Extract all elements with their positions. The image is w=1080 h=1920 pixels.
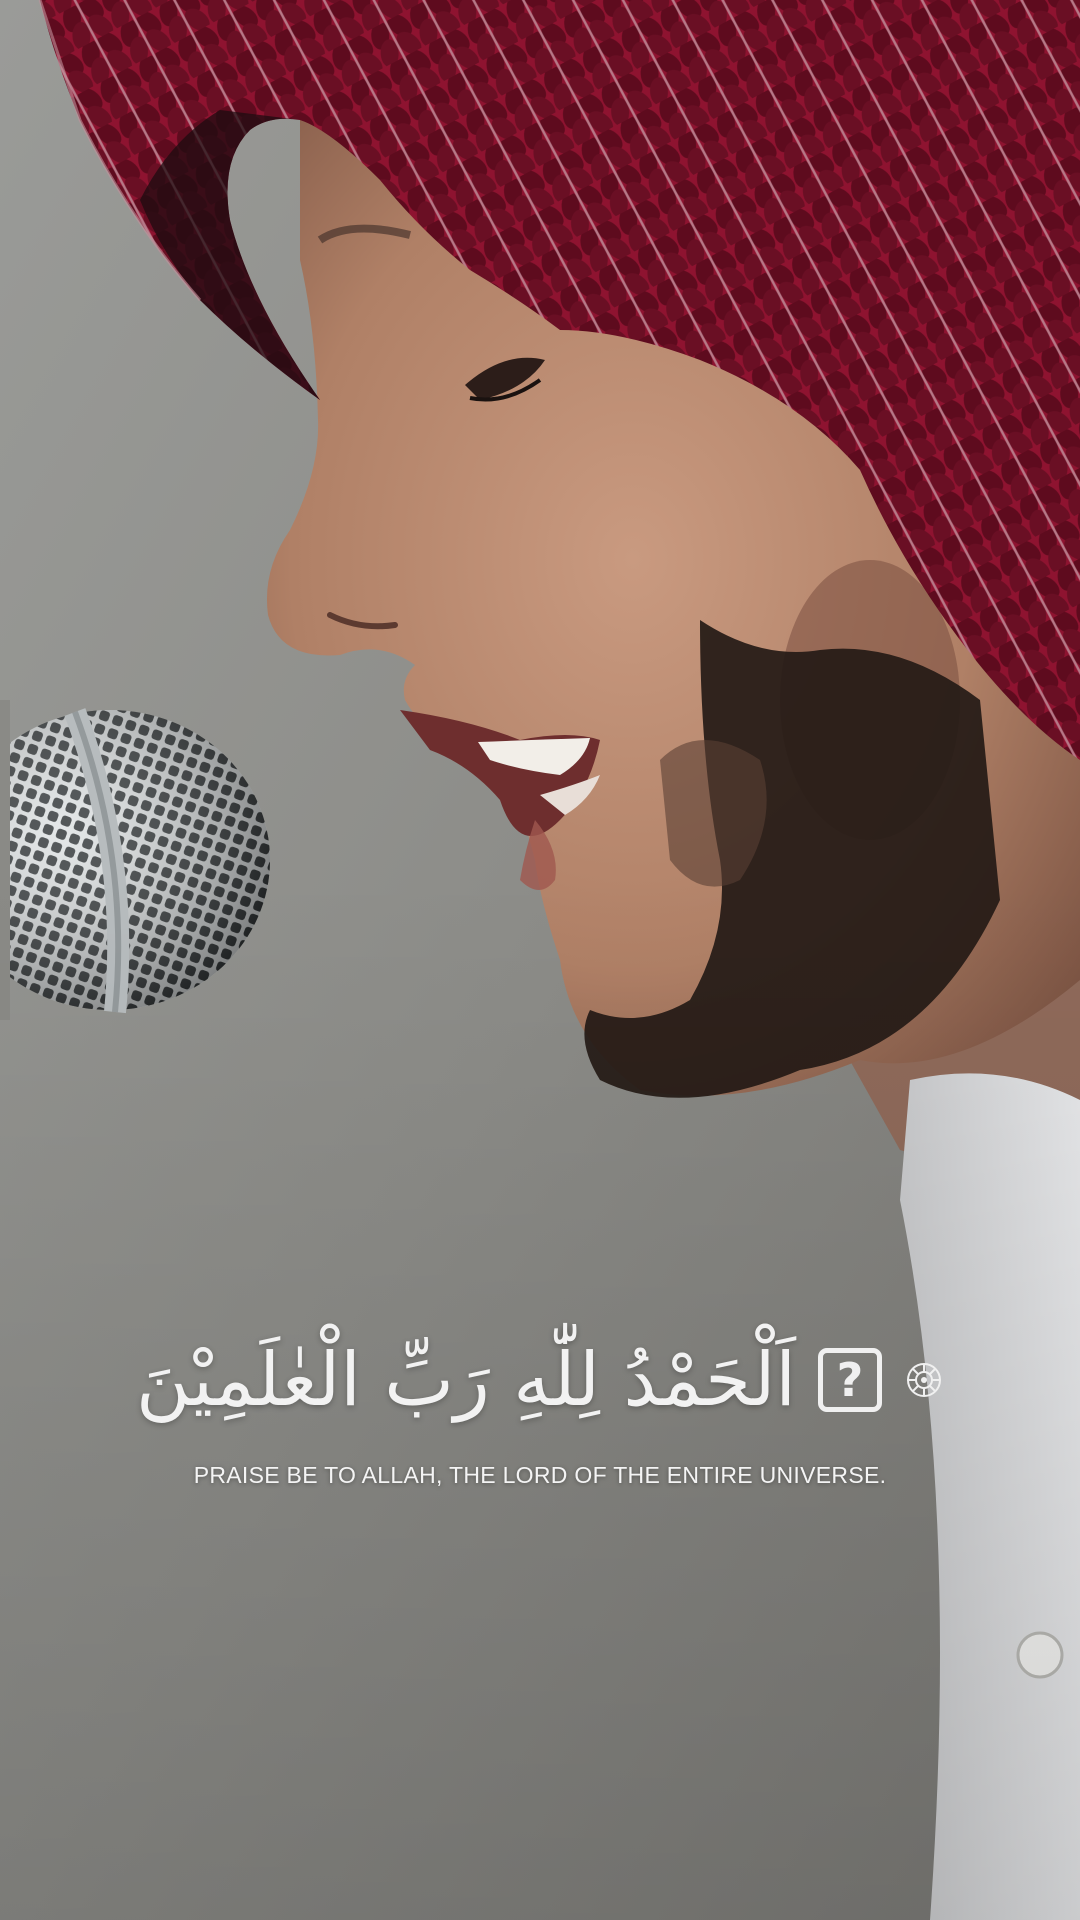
- ayah-end-ornament-icon: [906, 1363, 941, 1397]
- verse-translation: PRAISE BE TO ALLAH, THE LORD OF THE ENTI…: [193, 1462, 887, 1488]
- video-background-photo: [0, 0, 1080, 1920]
- arabic-verse-text: اَلْحَمْدُ لِلّٰهِ رَبِّ الْعٰلَمِيْنَ: [136, 1337, 796, 1423]
- verse-caption: ? اَلْحَمْدُ لِلّٰهِ رَبِّ الْعٰلَمِيْنَ…: [0, 1320, 1080, 1520]
- arabic-verse-row: ? اَلْحَمْدُ لِلّٰهِ رَبِّ الْعٰلَمِيْنَ: [0, 1320, 1080, 1440]
- missing-glyph-box: ?: [817, 1348, 882, 1412]
